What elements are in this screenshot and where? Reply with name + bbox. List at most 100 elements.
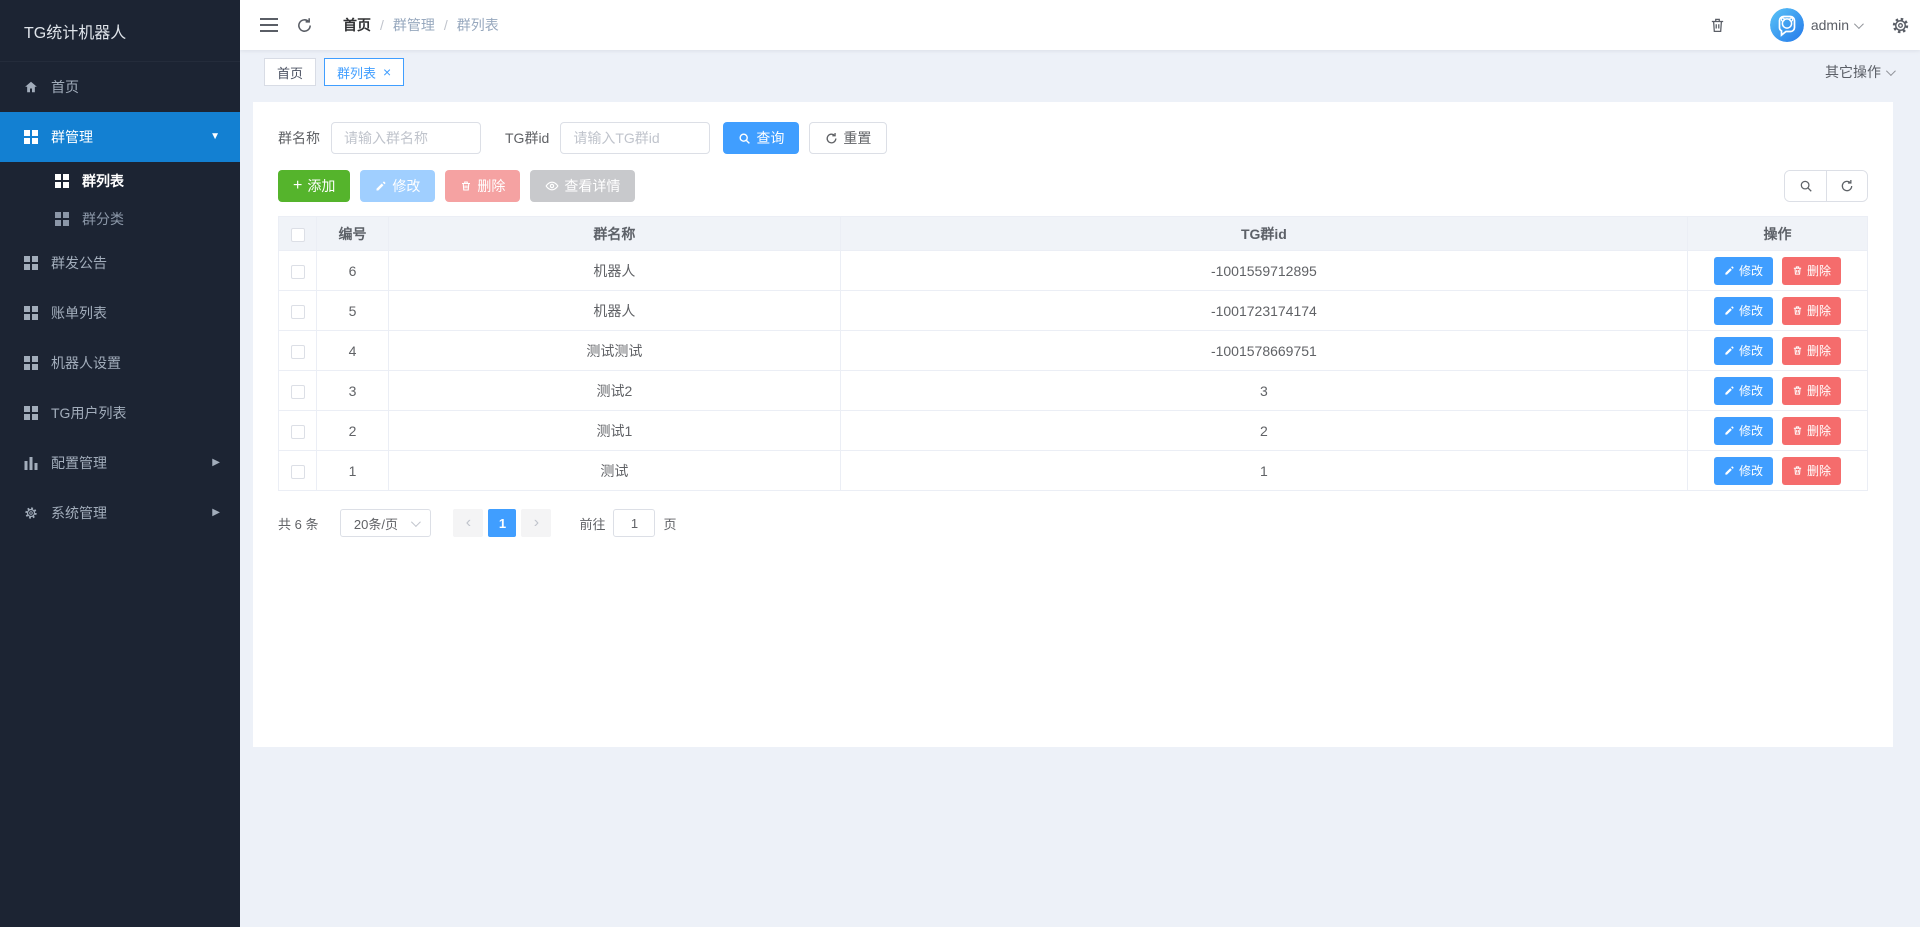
page-size-select[interactable]: 20条/页 [340,509,432,537]
breadcrumb-home[interactable]: 首页 [343,15,371,35]
trash-icon [1793,386,1802,395]
goto-page-input[interactable] [613,509,656,537]
row-delete-button[interactable]: 删除 [1782,416,1842,445]
trash-icon [1793,426,1802,435]
table-row: 3 测试2 3 修改 删除 [278,370,1868,411]
settings-button[interactable] [1891,16,1910,35]
sidebar-item-label: 群管理 [51,129,93,145]
goto-page: 前往 页 [579,509,677,537]
pencil-icon [1725,386,1734,395]
plus-icon: + [293,177,303,194]
row-edit-button[interactable]: 修改 [1713,416,1773,445]
row-edit-button[interactable]: 修改 [1713,256,1773,285]
sidebar-item-tg-users[interactable]: TG用户列表 [0,388,240,438]
sidebar-item-system-management[interactable]: 系统管理 ▶ [0,488,240,538]
cell-name: 测试1 [388,410,841,451]
row-checkbox[interactable] [290,344,305,359]
gear-icon [1892,17,1909,33]
caret-right-icon: ▶ [212,457,220,468]
add-button[interactable]: + 添加 [278,170,351,202]
select-all-checkbox[interactable] [290,227,305,242]
row-delete-button[interactable]: 删除 [1782,336,1842,365]
row-edit-button[interactable]: 修改 [1713,456,1773,485]
breadcrumb-separator: / [443,17,448,33]
sidebar-item-home[interactable]: 首页 [0,62,240,112]
caret-right-icon: ▶ [212,507,220,518]
delete-button[interactable]: 删除 [445,170,521,202]
breadcrumb-section[interactable]: 群管理 [393,15,435,35]
row-checkbox[interactable] [290,464,305,479]
sidebar-item-config-management[interactable]: 配置管理 ▶ [0,438,240,488]
group-list-card: 群名称 TG群id 查询 重置 + 添加 修改 [253,102,1893,747]
reset-button[interactable]: 重置 [809,122,888,154]
tagbar: 首页 群列表 × 其它操作 [240,50,1920,94]
table-row: 1 测试 1 修改 删除 [278,450,1868,491]
grid-icon [24,130,38,144]
tag-home[interactable]: 首页 [264,58,317,86]
sidebar-item-robot-settings[interactable]: 机器人设置 [0,338,240,388]
top-navbar: 首页 / 群管理 / 群列表 admin [240,0,1920,50]
tg-id-input[interactable] [560,122,711,154]
tag-group-list[interactable]: 群列表 × [324,58,405,86]
search-button[interactable]: 查询 [723,122,800,154]
grid-icon [24,256,38,270]
prev-page-button[interactable]: ‹ [453,509,484,537]
table-refresh-button[interactable] [1826,171,1867,201]
table-tools [1784,170,1868,202]
close-icon[interactable]: × [383,65,391,79]
row-checkbox[interactable] [290,264,305,279]
chevron-down-icon [1885,65,1896,76]
row-edit-button[interactable]: 修改 [1713,336,1773,365]
sidebar-item-broadcast[interactable]: 群发公告 [0,238,240,288]
app-title: TG统计机器人 [0,0,240,62]
trash-button[interactable] [1709,16,1726,34]
row-delete-button[interactable]: 删除 [1782,296,1842,325]
cell-id: 1 [316,450,389,491]
sidebar-fold-button[interactable] [260,18,278,32]
next-page-button[interactable]: › [521,509,552,537]
page-unit-label: 页 [663,516,677,532]
avatar[interactable] [1769,8,1804,42]
current-page[interactable]: 1 [488,509,517,537]
row-checkbox[interactable] [290,304,305,319]
sidebar-item-group-management[interactable]: 群管理 ▼ [0,112,240,162]
edit-button[interactable]: 修改 [360,170,436,202]
pencil-icon [1725,266,1734,275]
pagination: 共 6 条 20条/页 ‹ 1 › 前往 页 [278,509,1868,537]
row-delete-button[interactable]: 删除 [1782,376,1842,405]
sidebar-subitem-group-category[interactable]: 群分类 [0,200,240,238]
table-search-button[interactable] [1785,171,1826,201]
home-icon [24,80,38,94]
sidebar-subitem-label: 群列表 [82,173,124,189]
trash-icon [1793,266,1802,275]
tag-label: 首页 [277,65,304,81]
sidebar-subitem-group-list[interactable]: 群列表 [0,162,240,200]
cell-tgid: -1001559712895 [840,250,1689,291]
group-name-input[interactable] [331,122,481,154]
cell-id: 4 [316,330,389,371]
row-edit-button[interactable]: 修改 [1713,296,1773,325]
grid-icon [55,212,69,226]
row-checkbox[interactable] [290,424,305,439]
row-checkbox[interactable] [290,384,305,399]
username[interactable]: admin [1811,17,1849,33]
refresh-icon [1841,180,1853,192]
header-checkbox-cell [278,216,317,251]
sidebar-item-bill-list[interactable]: 账单列表 [0,288,240,338]
cell-tgid: 2 [840,410,1689,451]
search-form: 群名称 TG群id 查询 重置 [278,122,1868,154]
row-delete-button[interactable]: 删除 [1782,456,1842,485]
trash-icon [462,181,471,191]
row-delete-button[interactable]: 删除 [1782,256,1842,285]
cell-id: 2 [316,410,389,451]
table-row: 2 测试1 2 修改 删除 [278,410,1868,451]
refresh-button[interactable] [296,17,313,34]
sidebar-subitem-label: 群分类 [82,211,124,227]
caret-down-icon: ▼ [210,131,220,142]
breadcrumb: 首页 / 群管理 / 群列表 [343,15,499,35]
pencil-icon [1725,466,1734,475]
view-detail-button[interactable]: 查看详情 [530,170,636,202]
more-actions-dropdown[interactable]: 其它操作 [1825,62,1896,82]
cell-name: 测试2 [388,370,841,411]
row-edit-button[interactable]: 修改 [1713,376,1773,405]
